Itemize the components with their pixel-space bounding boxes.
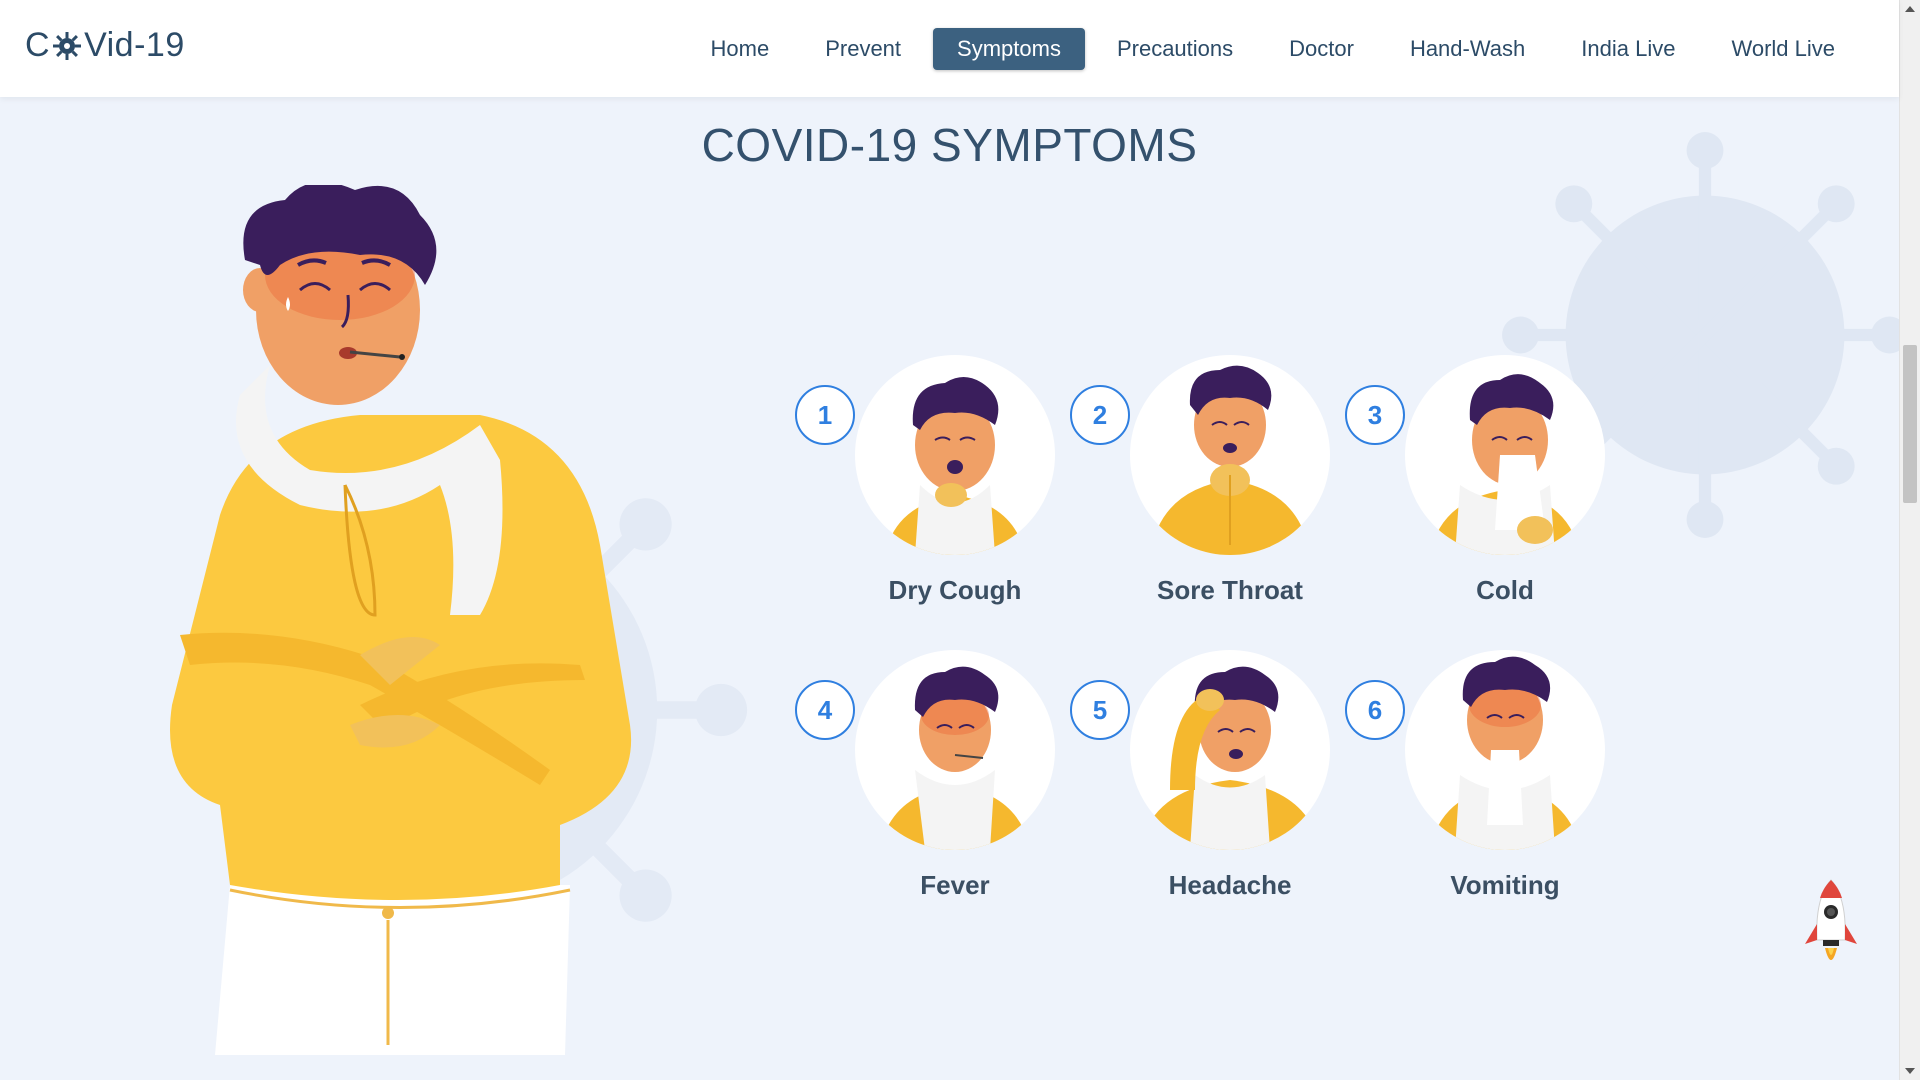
rocket-icon[interactable]: [1803, 878, 1859, 974]
symptom-number-badge: 5: [1070, 680, 1130, 740]
symptom-label: Dry Cough: [888, 575, 1022, 605]
nav-world-live[interactable]: World Live: [1707, 28, 1859, 70]
symptom-card-vomiting: 6 Vomiting: [1345, 650, 1605, 960]
symptom-number-badge: 1: [795, 385, 855, 445]
symptom-label: Headache: [1168, 870, 1292, 900]
navbar: C Vid-19 Home Prevent Symptoms Precautio…: [0, 0, 1899, 97]
scroll-thumb[interactable]: [1903, 345, 1917, 503]
fever-illustration: [855, 650, 1055, 850]
main-nav: Home Prevent Symptoms Precautions Doctor…: [687, 28, 1859, 70]
page-scrollbar[interactable]: [1899, 0, 1920, 1080]
section-title: COVID-19 SYMPTOMS: [701, 119, 1198, 171]
symptom-number-badge: 6: [1345, 680, 1405, 740]
symptom-label: Sore Throat: [1157, 575, 1303, 605]
dry-cough-illustration: [855, 355, 1055, 555]
nav-india-live[interactable]: India Live: [1557, 28, 1699, 70]
symptom-number-badge: 4: [795, 680, 855, 740]
symptom-card-sore-throat: 2 Sore Throat: [1070, 355, 1330, 665]
scroll-down-icon[interactable]: [1905, 1068, 1915, 1074]
sore-throat-illustration: [1130, 355, 1330, 555]
nav-precautions[interactable]: Precautions: [1093, 28, 1257, 70]
logo-prefix: C: [25, 26, 51, 64]
symptom-label: Cold: [1476, 575, 1534, 605]
nav-symptoms[interactable]: Symptoms: [933, 28, 1085, 70]
nav-doctor[interactable]: Doctor: [1265, 28, 1378, 70]
symptom-label: Vomiting: [1450, 870, 1560, 900]
logo-suffix: Vid-19: [84, 26, 185, 64]
vomiting-illustration: [1405, 650, 1605, 850]
sick-man-illustration: [170, 185, 632, 1055]
headache-illustration: [1130, 650, 1330, 850]
symptom-number-badge: 2: [1070, 385, 1130, 445]
symptom-card-cold: 3 Cold: [1345, 355, 1605, 665]
virus-cog-icon: [53, 31, 82, 60]
symptom-label: Fever: [920, 870, 990, 900]
symptom-card-fever: 4 Fever: [795, 650, 1055, 960]
nav-hand-wash[interactable]: Hand-Wash: [1386, 28, 1549, 70]
site-logo[interactable]: C Vid-19: [25, 26, 185, 65]
cold-illustration: [1405, 355, 1605, 555]
symptom-card-headache: 5 Headache: [1070, 650, 1330, 960]
nav-prevent[interactable]: Prevent: [801, 28, 925, 70]
nav-home[interactable]: Home: [687, 28, 794, 70]
symptom-card-dry-cough: 1 Dry Cough: [795, 355, 1055, 665]
symptom-number-badge: 3: [1345, 385, 1405, 445]
scroll-up-icon[interactable]: [1905, 6, 1915, 12]
